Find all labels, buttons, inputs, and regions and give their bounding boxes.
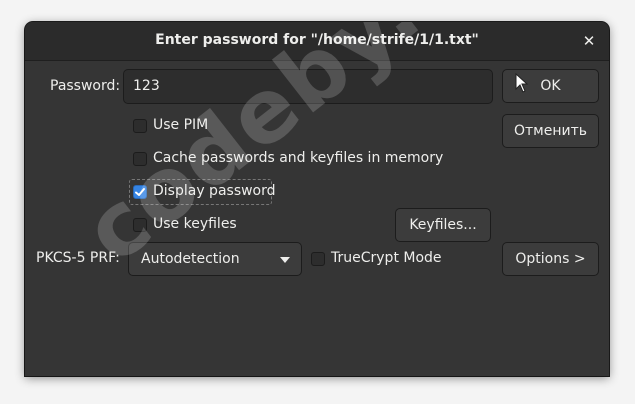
chevron-down-icon (280, 257, 290, 263)
close-icon[interactable]: ✕ (579, 31, 599, 51)
cache-checkbox[interactable] (133, 152, 147, 166)
truecrypt-checkbox[interactable] (311, 252, 325, 266)
dialog-title: Enter password for "/home/strife/1/1.txt… (155, 32, 479, 48)
truecrypt-label: TrueCrypt Mode (331, 250, 442, 266)
password-value: 123 (133, 78, 160, 94)
password-label: Password: (50, 78, 121, 94)
options-button[interactable]: Options > (502, 242, 599, 276)
password-dialog: Enter password for "/home/strife/1/1.txt… (25, 22, 609, 376)
password-input[interactable]: 123 (123, 69, 493, 104)
cache-label: Cache passwords and keyfiles in memory (153, 150, 444, 166)
display-password-label: Display password (153, 183, 276, 199)
titlebar: Enter password for "/home/strife/1/1.txt… (25, 22, 609, 61)
cancel-button[interactable]: Отменить (502, 114, 599, 148)
cursor-icon (515, 73, 529, 93)
prf-selected: Autodetection (141, 251, 240, 267)
use-keyfiles-label: Use keyfiles (153, 216, 237, 232)
prf-label: PKCS-5 PRF: (36, 250, 120, 266)
use-pim-label: Use PIM (153, 117, 209, 133)
keyfiles-button[interactable]: Keyfiles... (395, 208, 491, 242)
checkmark-icon (135, 188, 145, 196)
use-pim-checkbox[interactable] (133, 119, 147, 133)
display-password-checkbox[interactable] (133, 185, 147, 199)
use-keyfiles-checkbox[interactable] (133, 218, 147, 232)
prf-select[interactable]: Autodetection (128, 242, 302, 276)
